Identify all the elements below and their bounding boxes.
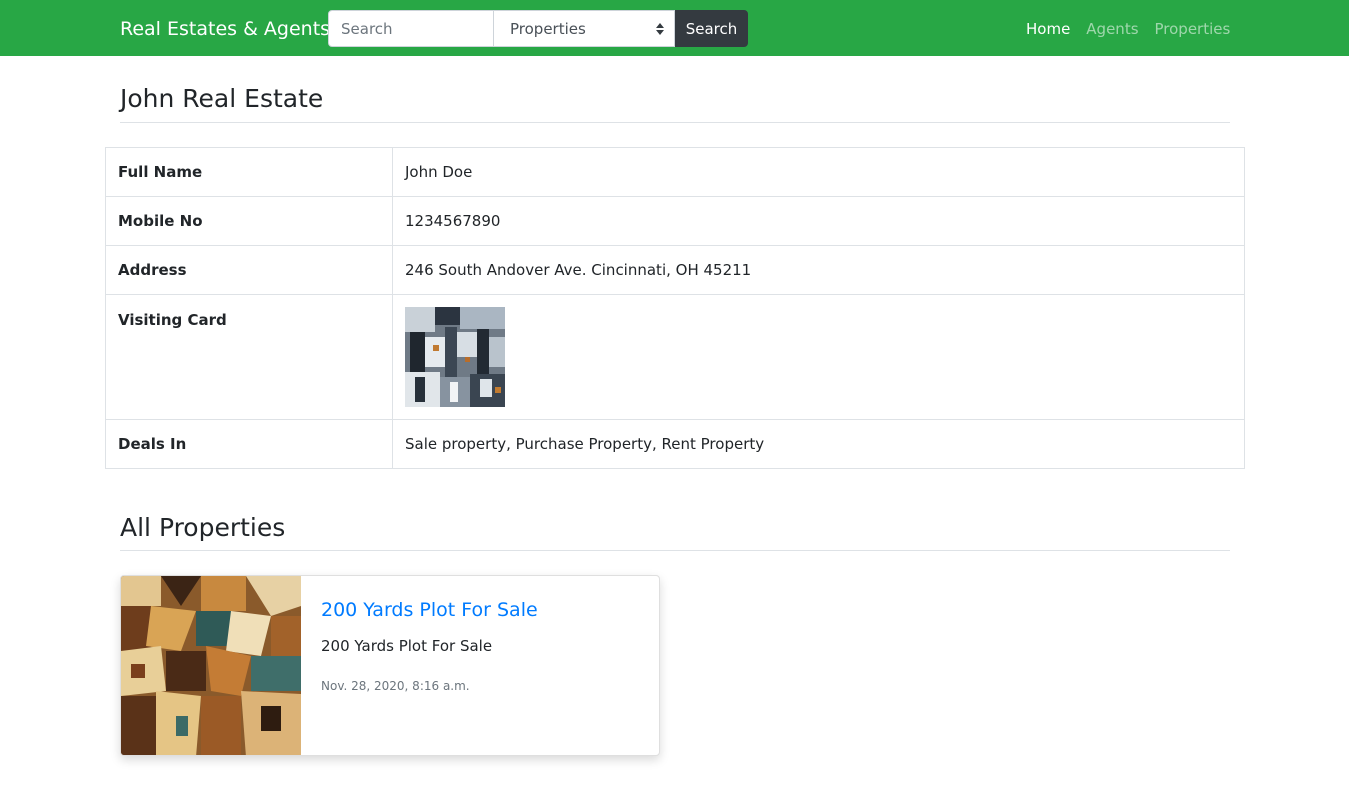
field-value-address: 246 South Andover Ave. Cincinnati, OH 45… [392, 245, 1245, 295]
field-label-full-name: Full Name [105, 147, 393, 197]
search-form: Properties Search [328, 10, 748, 47]
field-value-visiting-card [392, 294, 1245, 420]
nav-links: Home Agents Properties [1026, 19, 1230, 39]
table-row: Full Name John Doe [105, 147, 1245, 197]
table-row: Deals In Sale property, Purchase Propert… [105, 419, 1245, 469]
property-description: 200 Yards Plot For Sale [321, 637, 493, 655]
agent-details-table: Full Name John Doe Mobile No 1234567890 … [105, 147, 1245, 469]
property-card[interactable]: 200 Yards Plot For Sale 200 Yards Plot F… [120, 575, 660, 756]
field-value-mobile: 1234567890 [392, 196, 1245, 246]
select-arrows-icon [656, 23, 664, 35]
search-input[interactable] [328, 10, 494, 47]
navbar: Real Estates & Agents Properties Search … [0, 0, 1349, 56]
field-label-visiting-card: Visiting Card [105, 294, 393, 420]
field-value-deals-in: Sale property, Purchase Property, Rent P… [392, 419, 1245, 469]
field-label-address: Address [105, 245, 393, 295]
property-date: Nov. 28, 2020, 8:16 a.m. [321, 679, 470, 693]
search-button[interactable]: Search [675, 10, 748, 47]
field-label-deals-in: Deals In [105, 419, 393, 469]
nav-link-properties[interactable]: Properties [1155, 19, 1231, 39]
field-value-full-name: John Doe [392, 147, 1245, 197]
search-category-select[interactable]: Properties [494, 10, 675, 47]
table-row: Mobile No 1234567890 [105, 196, 1245, 246]
field-label-mobile: Mobile No [105, 196, 393, 246]
property-image[interactable] [121, 576, 301, 756]
properties-title: All Properties [120, 512, 1230, 551]
brand-link[interactable]: Real Estates & Agents [120, 17, 330, 41]
nav-link-agents[interactable]: Agents [1086, 19, 1138, 39]
agent-title: John Real Estate [120, 83, 1230, 123]
property-title-link[interactable]: 200 Yards Plot For Sale [321, 598, 538, 622]
visiting-card-image[interactable] [405, 307, 505, 407]
table-row: Visiting Card [105, 294, 1245, 420]
table-row: Address 246 South Andover Ave. Cincinnat… [105, 245, 1245, 295]
search-category-value: Properties [510, 20, 586, 38]
nav-link-home[interactable]: Home [1026, 19, 1070, 39]
